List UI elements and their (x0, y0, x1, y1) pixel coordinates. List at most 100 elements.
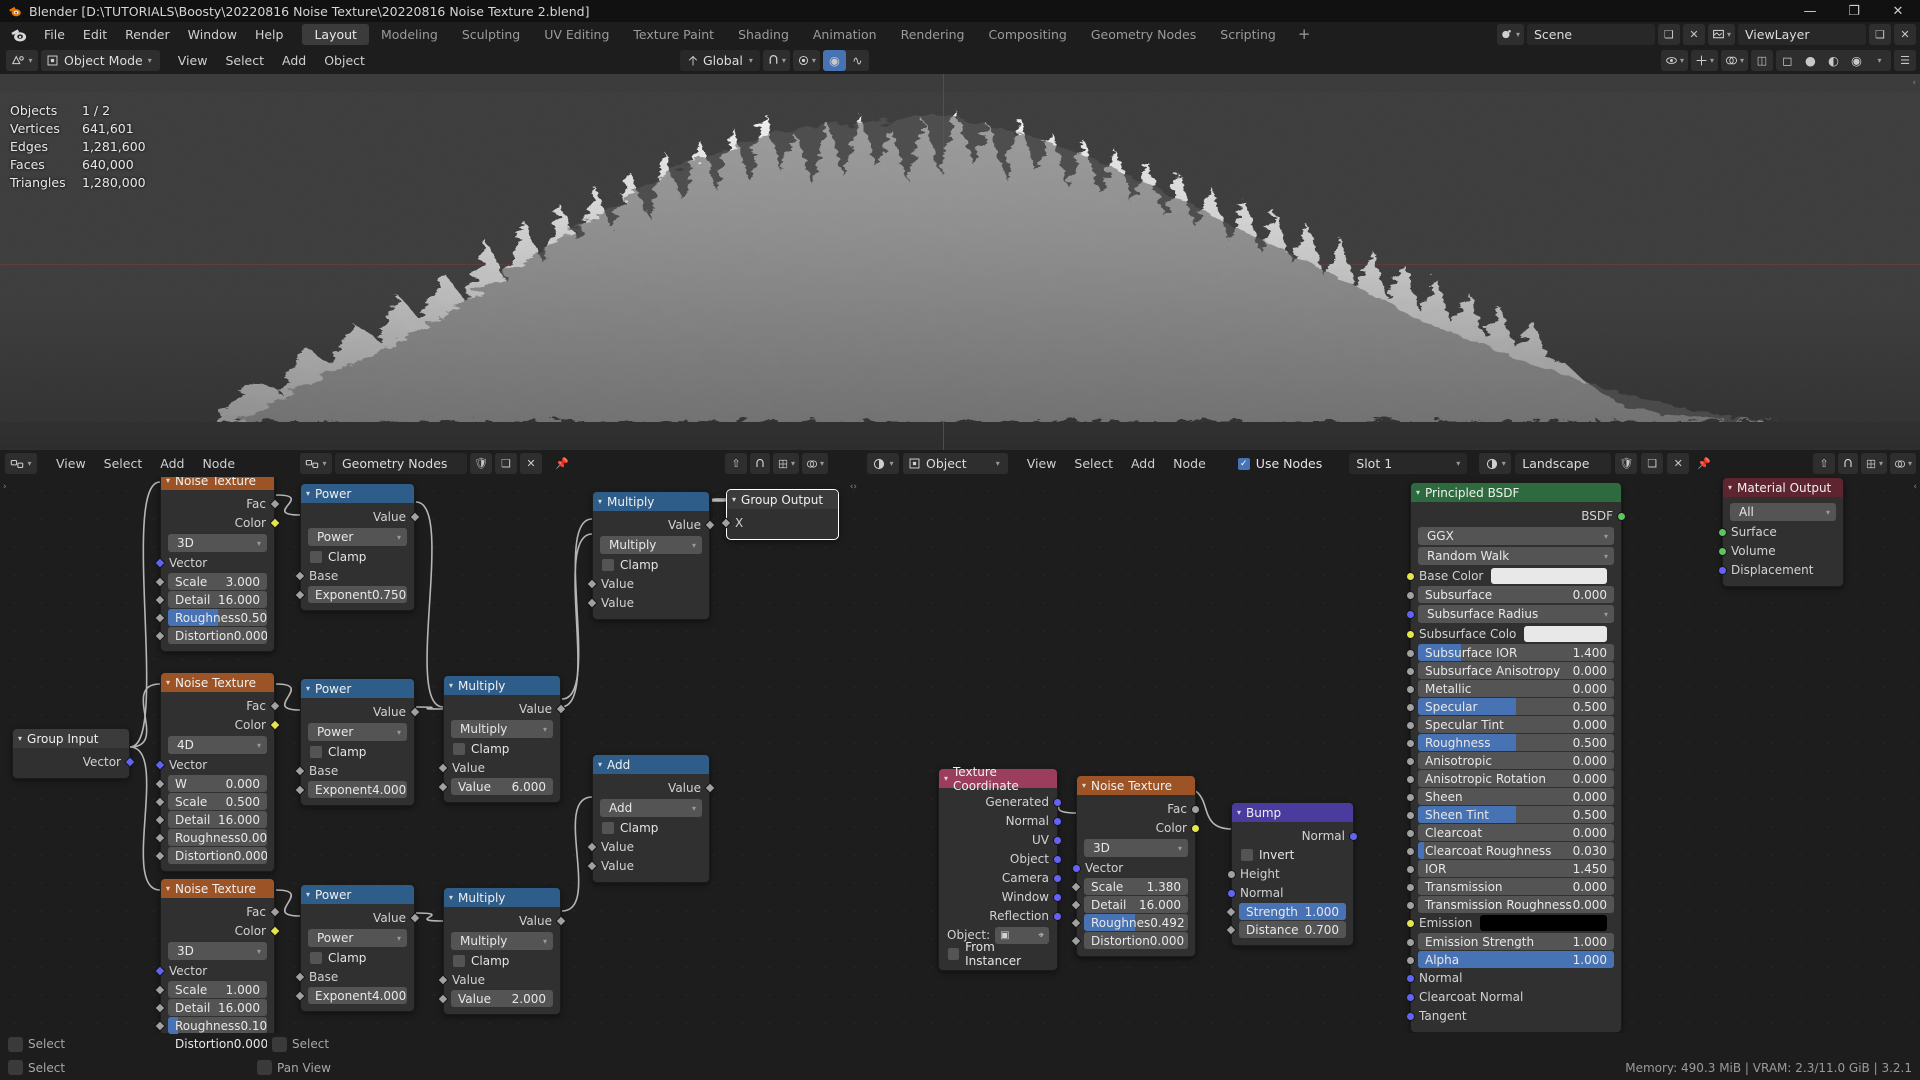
node-dropdown[interactable]: Add ▾ (600, 799, 702, 817)
node-value-slider[interactable]: Value 6.000 (451, 778, 553, 795)
node-collapse-icon[interactable]: ▾ (306, 890, 310, 899)
node-socket[interactable] (1406, 775, 1415, 784)
node-socket[interactable] (1227, 889, 1236, 898)
from-instancer-checkbox[interactable]: From Instancer (939, 940, 1057, 968)
node-value-slider[interactable]: Detail 16.000 (1084, 896, 1188, 913)
node-value-slider[interactable]: Distortion 0.000 (168, 847, 267, 864)
node-socket[interactable] (269, 719, 281, 731)
node-socket[interactable] (154, 796, 166, 808)
shader-overlays-toggle[interactable]: ▾ (1889, 453, 1916, 474)
blender-menu-icon[interactable] (9, 25, 28, 44)
geo-tree-browse-button[interactable]: ▾ (300, 453, 332, 474)
workspace-tab-layout[interactable]: Layout (302, 24, 369, 45)
node-header[interactable]: ▾ Noise Texture (161, 673, 274, 692)
material-preview-icon[interactable]: ◐ (1822, 50, 1845, 71)
node-checkbox[interactable]: Clamp (444, 740, 560, 758)
shader-menu-select[interactable]: Select (1065, 451, 1122, 476)
node-dropdown[interactable]: Random Walk ▾ (1418, 547, 1614, 565)
node-collapse-icon[interactable]: ▾ (166, 477, 170, 485)
new-scene-button[interactable]: ❏ (1657, 24, 1680, 45)
node-socket[interactable] (437, 993, 449, 1005)
node-checkbox[interactable]: Invert (1232, 846, 1353, 864)
node-value-slider[interactable]: Distance 0.700 (1239, 921, 1346, 938)
node-socket[interactable] (1406, 883, 1415, 892)
material-unlink-button[interactable]: ✕ (1667, 453, 1690, 474)
node-collapse-icon[interactable]: ▾ (449, 893, 453, 902)
node-socket[interactable] (1349, 832, 1358, 841)
node-socket[interactable] (1072, 864, 1081, 873)
node-collapse-icon[interactable]: ▾ (1082, 781, 1086, 790)
node-socket[interactable] (269, 906, 281, 918)
geo-snap-options[interactable]: ▾ (773, 453, 800, 474)
node-value-slider[interactable]: Strength 1.000 (1239, 903, 1346, 920)
viewport-collapse-arrow[interactable]: ‹ (1912, 78, 1916, 88)
material-name-field[interactable]: Landscape (1515, 453, 1612, 474)
node-dropdown[interactable]: Subsurface Radius ▾ (1418, 605, 1614, 623)
node-socket[interactable] (1070, 881, 1082, 893)
emission-swatch[interactable] (1480, 915, 1607, 931)
node-value-slider[interactable]: Emission Strength 1.000 (1418, 933, 1614, 950)
geo-menu-node[interactable]: Node (193, 451, 244, 476)
node-value-slider[interactable]: Specular Tint 0.000 (1418, 716, 1614, 733)
node-dropdown[interactable]: 4D ▾ (168, 736, 267, 754)
node-socket[interactable] (555, 703, 567, 715)
node-value-slider[interactable]: IOR 1.450 (1418, 860, 1614, 877)
node-socket[interactable] (1053, 874, 1062, 883)
node-socket[interactable] (154, 850, 166, 862)
node-collapse-icon[interactable]: ▾ (166, 678, 170, 687)
options-menu-button[interactable]: ☰ (1894, 50, 1916, 71)
workspace-tab-modeling[interactable]: Modeling (369, 24, 450, 45)
node-socket[interactable] (1406, 811, 1415, 820)
node-header[interactable]: ▾ Multiply (444, 888, 560, 907)
node-value-slider[interactable]: Scale 1.000 (168, 981, 267, 998)
node-value-slider[interactable]: Detail 16.000 (168, 811, 267, 828)
node-header[interactable]: ▾ Add (593, 755, 709, 774)
shader-editor-type-button[interactable]: ▾ (867, 453, 899, 474)
shader-snap-toggle[interactable] (1837, 453, 1858, 474)
add-workspace-button[interactable]: + (1288, 24, 1321, 45)
node-header[interactable]: ▾ Multiply (444, 676, 560, 695)
subsurface-color-swatch[interactable] (1524, 626, 1607, 642)
node-value-slider[interactable]: Clearcoat Roughness 0.030 (1418, 842, 1614, 859)
shader-menu-node[interactable]: Node (1164, 451, 1215, 476)
shader-type-selector[interactable]: Object ▾ (903, 453, 1008, 474)
node-collapse-icon[interactable]: ▾ (944, 774, 948, 783)
minimize-button[interactable]: — (1788, 0, 1832, 22)
scene-browse-button[interactable]: ▾ (1496, 24, 1524, 45)
node-value-slider[interactable]: Sheen Tint 0.500 (1418, 806, 1614, 823)
node-socket[interactable] (1406, 591, 1415, 600)
node-socket[interactable] (1070, 899, 1082, 911)
node-value-slider[interactable]: Detail 16.000 (168, 591, 267, 608)
node-socket[interactable] (586, 860, 598, 872)
visibility-selector[interactable]: ▾ (1660, 50, 1688, 71)
node-value-slider[interactable]: Value 2.000 (451, 990, 553, 1007)
viewlayer-name-field[interactable]: ViewLayer (1738, 24, 1866, 45)
node-socket[interactable] (1191, 805, 1200, 814)
geo-sidebar-arrow[interactable]: › (3, 482, 7, 492)
geo-menu-add[interactable]: Add (151, 451, 193, 476)
workspace-tab-sculpting[interactable]: Sculpting (450, 24, 532, 45)
node-socket[interactable] (1718, 566, 1727, 575)
node-dropdown[interactable]: All ▾ (1730, 503, 1836, 521)
node-socket[interactable] (1070, 917, 1082, 929)
node-socket[interactable] (1406, 938, 1415, 947)
node-socket[interactable] (294, 990, 306, 1002)
scene-name-field[interactable]: Scene (1526, 24, 1655, 45)
node-socket[interactable] (1718, 547, 1727, 556)
node-dropdown[interactable]: Power ▾ (308, 929, 407, 947)
node-collapse-icon[interactable]: ▾ (306, 489, 310, 498)
node-socket[interactable] (154, 832, 166, 844)
workspace-tab-geometry-nodes[interactable]: Geometry Nodes (1079, 24, 1208, 45)
node-principled-bsdf[interactable]: ▾ Principled BSDF BSDF GGX ▾ Random Walk ▾ Base… (1406, 482, 1626, 1033)
menu-help[interactable]: Help (246, 22, 293, 47)
node-group-input[interactable]: ▾ Group Input Vector (12, 728, 136, 779)
node-socket[interactable] (1406, 757, 1415, 766)
node-socket[interactable] (1406, 739, 1415, 748)
node-mult_mid2[interactable]: ▾ Multiply Value Multiply ▾ Clamp Value Value 2.… (437, 887, 567, 1015)
node-socket[interactable] (1406, 667, 1415, 676)
unlink-scene-button[interactable]: ✕ (1682, 24, 1705, 45)
node-value-slider[interactable]: Distortion 0.000 (1084, 932, 1188, 949)
node-value-slider[interactable]: Subsurface Anisotropy 0.000 (1418, 662, 1614, 679)
geo-duplicate-button[interactable]: ❏ (495, 453, 517, 474)
node-socket[interactable] (154, 557, 166, 569)
